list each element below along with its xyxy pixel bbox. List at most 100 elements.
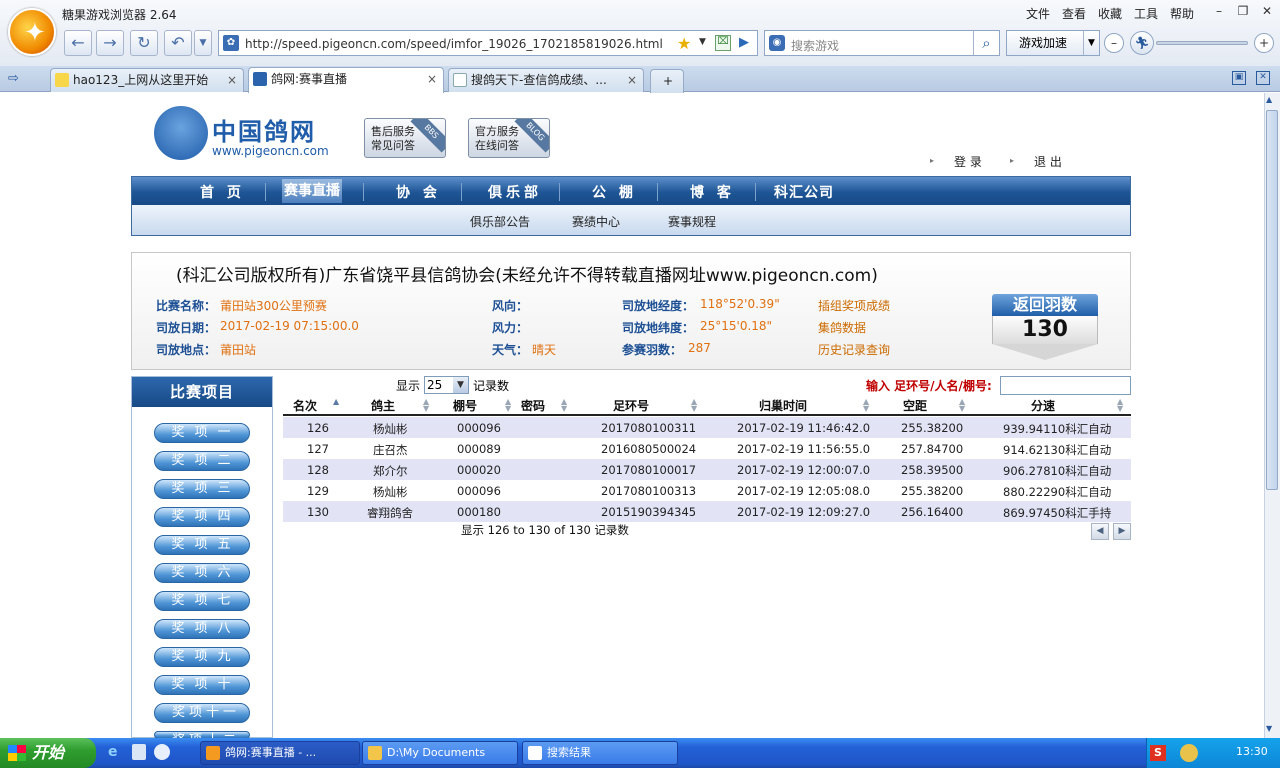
col-password[interactable]: 密码: [521, 397, 545, 414]
speed-down-icon[interactable]: –: [1104, 33, 1124, 53]
undo-icon[interactable]: ↶: [164, 30, 192, 56]
prize-button-1[interactable]: 奖项一: [154, 423, 250, 443]
after-sales-button[interactable]: 售后服务 常见问答 BBS: [364, 118, 446, 158]
address-bar[interactable]: ✿ http://speed.pigeoncn.com/speed/imfor_…: [218, 30, 758, 56]
taskbar-item-browser[interactable]: 鸽网:赛事直播 - ...: [200, 741, 360, 765]
nav-race-live[interactable]: 赛事直播: [282, 179, 342, 203]
col-distance[interactable]: 空距: [903, 397, 927, 414]
url-dropdown-icon[interactable]: ▼: [699, 37, 706, 47]
official-service-button[interactable]: 官方服务 在线问答 BLOG: [468, 118, 550, 158]
search-engine-icon[interactable]: ◉: [769, 35, 785, 51]
close-tab-icon[interactable]: ✕: [1256, 71, 1270, 85]
prize-button-6[interactable]: 奖项六: [154, 563, 250, 583]
collection-data-link[interactable]: 集鸽数据: [818, 319, 866, 336]
login-link[interactable]: 登 录: [954, 153, 982, 170]
forward-icon[interactable]: →: [96, 30, 124, 56]
page-size-select[interactable]: 25 ▼: [424, 376, 469, 394]
speed-slider[interactable]: [1156, 41, 1248, 45]
tab-pigeon-search[interactable]: 搜鸽天下-查信鸽成绩、... ×: [448, 68, 644, 92]
nav-blog[interactable]: 博 客: [690, 182, 735, 202]
undo-dropdown-icon[interactable]: ▼: [194, 30, 212, 56]
speed-up-icon[interactable]: +: [1254, 33, 1274, 53]
favorite-star-icon[interactable]: ★: [677, 34, 691, 53]
subnav-race-rules[interactable]: 赛事规程: [668, 213, 716, 230]
prize-button-10[interactable]: 奖项十: [154, 675, 250, 695]
menu-view[interactable]: 查看: [1062, 5, 1086, 22]
prize-button-8[interactable]: 奖项八: [154, 619, 250, 639]
game-accel-dropdown-icon[interactable]: ▼: [1083, 31, 1099, 55]
tab-close-icon[interactable]: ×: [427, 68, 437, 90]
table-row[interactable]: 128 郑介尔 000020 2017080100017 2017-02-19 …: [283, 459, 1131, 480]
maximize-icon[interactable]: ❐: [1234, 4, 1252, 20]
sogou-ime-icon[interactable]: S: [1150, 745, 1166, 761]
sort-icon[interactable]: ▲ ▼: [423, 398, 429, 413]
menu-tools[interactable]: 工具: [1134, 5, 1158, 22]
prize-button-3[interactable]: 奖项三: [154, 479, 250, 499]
tray-app-icon[interactable]: [1180, 744, 1198, 762]
prize-button-11[interactable]: 奖项十一: [154, 703, 250, 723]
menu-file[interactable]: 文件: [1026, 5, 1050, 22]
table-row[interactable]: 130 睿翔鸽舍 000180 2015190394345 2017-02-19…: [283, 501, 1131, 522]
site-logo[interactable]: 中国鸽网 www.pigeoncn.com: [152, 100, 332, 164]
nav-club[interactable]: 俱乐部: [488, 182, 542, 202]
group-prize-link[interactable]: 插组奖项成绩: [818, 297, 890, 314]
nav-public-loft[interactable]: 公 棚: [592, 182, 637, 202]
col-rank[interactable]: 名次: [293, 397, 317, 414]
sort-icon[interactable]: ▲ ▼: [505, 398, 511, 413]
prize-button-7[interactable]: 奖项七: [154, 591, 250, 611]
game-accel-button[interactable]: 游戏加速 ▼: [1006, 30, 1100, 56]
tab-close-icon[interactable]: ×: [627, 69, 637, 91]
sort-asc-icon[interactable]: ▲: [333, 398, 339, 406]
taskbar-item-search[interactable]: 搜索结果: [522, 741, 678, 765]
sidebar-toggle-icon[interactable]: ⇨: [8, 71, 19, 86]
menu-favorites[interactable]: 收藏: [1098, 5, 1122, 22]
prize-button-2[interactable]: 奖项二: [154, 451, 250, 471]
chevron-down-icon[interactable]: ▼: [453, 377, 468, 393]
prev-page-icon[interactable]: ◀: [1091, 523, 1109, 540]
col-loft[interactable]: 棚号: [453, 397, 477, 414]
col-speed[interactable]: 分速: [1031, 397, 1055, 414]
sort-icon[interactable]: ▲ ▼: [1117, 398, 1123, 413]
nav-home[interactable]: 首 页: [200, 182, 245, 202]
sort-icon[interactable]: ▲ ▼: [561, 398, 567, 413]
nav-association[interactable]: 协 会: [396, 182, 441, 202]
screenshot-icon[interactable]: ⌧: [715, 35, 731, 51]
nav-kehui[interactable]: 科汇公司: [774, 182, 834, 202]
sort-icon[interactable]: ▲ ▼: [863, 398, 869, 413]
sort-icon[interactable]: ▲ ▼: [959, 398, 965, 413]
refresh-icon[interactable]: ↻: [130, 30, 158, 56]
scroll-down-icon[interactable]: ▼: [1266, 724, 1272, 733]
sort-icon[interactable]: ▲ ▼: [691, 398, 697, 413]
prize-button-5[interactable]: 奖项五: [154, 535, 250, 555]
tab-list-icon[interactable]: ▣: [1232, 71, 1246, 85]
col-ring[interactable]: 足环号: [613, 397, 649, 414]
subnav-results-center[interactable]: 赛绩中心: [572, 213, 620, 230]
back-icon[interactable]: ←: [64, 30, 92, 56]
table-row[interactable]: 127 庄召杰 000089 2016080500024 2017-02-19 …: [283, 438, 1131, 459]
app-quicklaunch-icon[interactable]: [132, 744, 146, 760]
history-link[interactable]: 历史记录查询: [818, 341, 890, 358]
close-window-icon[interactable]: ✕: [1258, 4, 1276, 20]
scrollbar-thumb[interactable]: [1266, 110, 1278, 490]
next-page-icon[interactable]: ▶: [1113, 523, 1131, 540]
table-row[interactable]: 129 杨灿彬 000096 2017080100313 2017-02-19 …: [283, 480, 1131, 501]
media-quicklaunch-icon[interactable]: [154, 744, 170, 760]
menu-help[interactable]: 帮助: [1170, 5, 1194, 22]
scroll-up-icon[interactable]: ▲: [1266, 95, 1272, 104]
new-tab-button[interactable]: +: [650, 69, 684, 93]
logout-link[interactable]: 退 出: [1034, 153, 1062, 170]
col-arrival[interactable]: 归巢时间: [759, 397, 807, 414]
col-owner[interactable]: 鸽主: [371, 397, 395, 414]
query-input[interactable]: [1000, 376, 1131, 395]
minimize-icon[interactable]: –: [1210, 4, 1228, 20]
go-icon[interactable]: ▶: [739, 35, 749, 50]
start-button[interactable]: 开始: [0, 738, 96, 768]
tab-close-icon[interactable]: ×: [227, 69, 237, 91]
ie-icon[interactable]: e: [108, 744, 124, 760]
tab-hao123[interactable]: hao123_上网从这里开始 ×: [50, 68, 244, 92]
prize-button-9[interactable]: 奖项九: [154, 647, 250, 667]
subnav-club-notice[interactable]: 俱乐部公告: [470, 213, 530, 230]
table-row[interactable]: 126 杨灿彬 000096 2017080100311 2017-02-19 …: [283, 417, 1131, 438]
prize-button-4[interactable]: 奖项四: [154, 507, 250, 527]
game-search-input[interactable]: ◉ 搜索游戏 ⌕: [764, 30, 1000, 56]
